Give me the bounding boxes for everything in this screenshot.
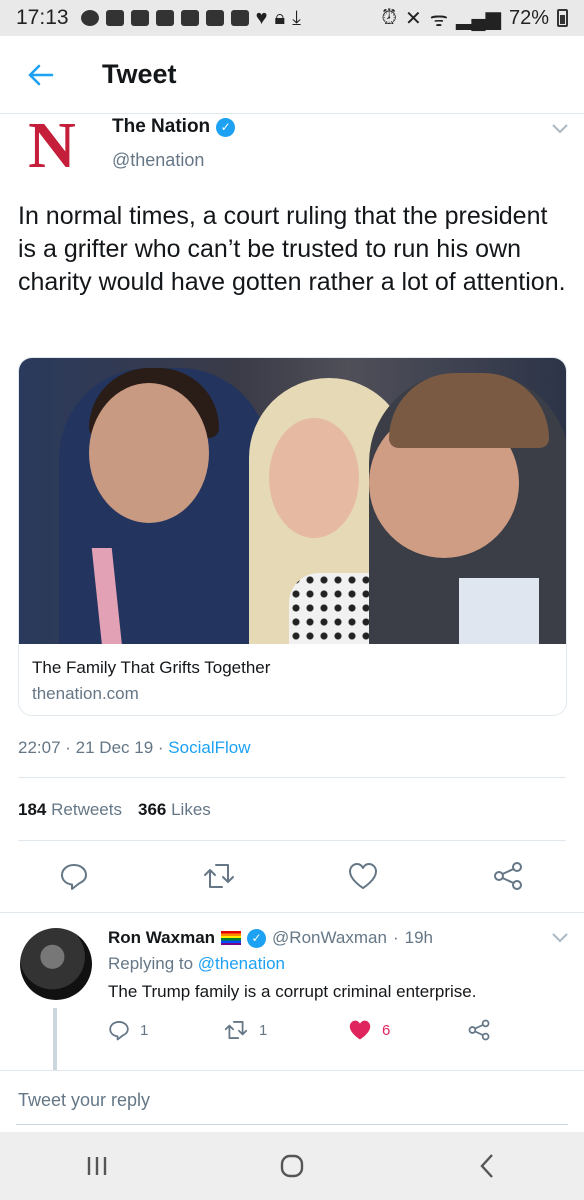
battery-icon [557,9,568,27]
mute-icon: ✕ [405,7,422,30]
reply-share-button[interactable] [468,1019,490,1041]
thread-line [53,1008,57,1070]
notification-icons: ♥ 🔒︎ ⤓ [80,6,301,30]
likes-label: Likes [171,800,211,819]
alarm-icon: ⏰︎ [381,6,397,29]
signal-icon: ▂▄▆ [456,7,501,30]
reply-retweet-button[interactable]: 1 [223,1019,348,1041]
author-name-text: The Nation [112,116,211,137]
spotify-icon [80,10,99,26]
verified-icon: ✓ [247,928,267,948]
reply-retweet-count: 1 [259,1021,268,1039]
retweet-icon [224,1021,248,1039]
chevron-down-icon [552,124,568,134]
composer-underline [16,1124,568,1125]
replying-to: Replying to @thenation [108,954,285,974]
tweet-time: 22:07 [18,738,61,757]
recents-icon [88,1157,107,1175]
reply-menu-button[interactable] [552,928,568,948]
chevron-down-icon [552,933,568,943]
youtube-icon [180,10,199,26]
recents-button[interactable] [57,1136,137,1196]
divider [0,912,584,913]
verified-icon: ✓ [216,117,236,137]
tweet-source[interactable]: SocialFlow [168,738,250,757]
download-icon: ⤓ [292,6,301,29]
reply-button[interactable] [56,858,92,894]
tweet-stats: 184 Retweets 366 Likes [18,800,211,820]
reply-header: Ron Waxman ✓ @RonWaxman · 19h [108,928,433,948]
heart-outline-icon [349,863,378,889]
home-button[interactable] [252,1136,332,1196]
reply-avatar[interactable] [20,928,92,1000]
reply-reply-button[interactable]: 1 [108,1019,223,1041]
card-image [19,358,566,644]
divider [18,777,566,778]
retweet-icon [203,864,234,888]
status-time: 17:13 [16,6,69,29]
divider [0,1070,584,1071]
tweet-menu-button[interactable] [552,118,568,139]
reply-actions: 1 1 6 [108,1017,528,1043]
back-arrow-icon [28,64,54,85]
youtube-icon [155,10,174,26]
retweets-label: Retweets [51,800,122,819]
reply-age: 19h [404,928,433,947]
youtube-icon [230,10,249,26]
status-bar: 17:13 ♥ 🔒︎ ⤓ ⏰︎ ✕ ᯤ ▂▄▆ 72% [0,0,584,36]
reply-like-count: 6 [382,1021,391,1039]
retweets-count: 184 [18,800,47,819]
app-notification-icon [105,10,124,26]
wifi-icon: ᯤ [429,8,449,31]
battery-percent: 72% [508,6,549,29]
reply-composer[interactable]: Tweet your reply [18,1090,150,1111]
share-icon [493,862,522,890]
card-domain: thenation.com [32,684,139,703]
reply-author-handle[interactable]: @RonWaxman [272,928,387,948]
tweet-meta: 22:07 · 21 Dec 19 · SocialFlow [18,738,251,757]
system-nav-bar [0,1132,584,1200]
back-nav-button[interactable] [447,1136,527,1196]
reply-icon [109,1021,129,1041]
app-bar: Tweet [0,36,584,114]
replying-prefix: Replying to [108,954,194,973]
reply-icon [61,864,87,890]
replying-mention[interactable]: @thenation [198,954,285,973]
back-button[interactable] [0,36,80,114]
youtube-icon [205,10,224,26]
home-icon [280,1154,304,1178]
tweet-actions [18,858,566,894]
reply-reply-count: 1 [140,1021,149,1039]
card-title: The Family That Grifts Together [32,658,271,677]
link-card[interactable]: The Family That Grifts Together thenatio… [18,357,567,716]
rainbow-flag-icon [221,931,242,945]
heart-icon: ♥ [255,6,268,29]
back-chevron-icon [480,1154,493,1178]
retweet-button[interactable] [201,858,237,894]
like-button[interactable] [345,858,381,894]
divider [18,840,566,841]
reply-like-button[interactable]: 6 [348,1019,468,1041]
author-handle[interactable]: @thenation [112,150,204,171]
reply-author-name[interactable]: Ron Waxman [108,928,215,948]
lock-icon: 🔒︎ [274,6,286,29]
avatar[interactable]: N [20,113,84,179]
page-title: Tweet [102,59,177,89]
retweets-stat[interactable]: 184 Retweets [18,800,122,820]
reply-text: The Trump family is a corrupt criminal e… [108,982,477,1001]
tweet-date: 21 Dec 19 [75,738,154,757]
author-name[interactable]: The Nation ✓ [112,116,236,138]
heart-filled-icon [349,1020,371,1040]
share-button[interactable] [490,858,526,894]
share-icon [468,1019,490,1041]
likes-count: 366 [137,800,167,819]
system-indicators: ⏰︎ ✕ ᯤ ▂▄▆ 72% [381,5,568,32]
tweet-text: In normal times, a court ruling that the… [18,202,566,296]
image-icon [130,10,149,26]
likes-stat[interactable]: 366 Likes [138,800,211,820]
